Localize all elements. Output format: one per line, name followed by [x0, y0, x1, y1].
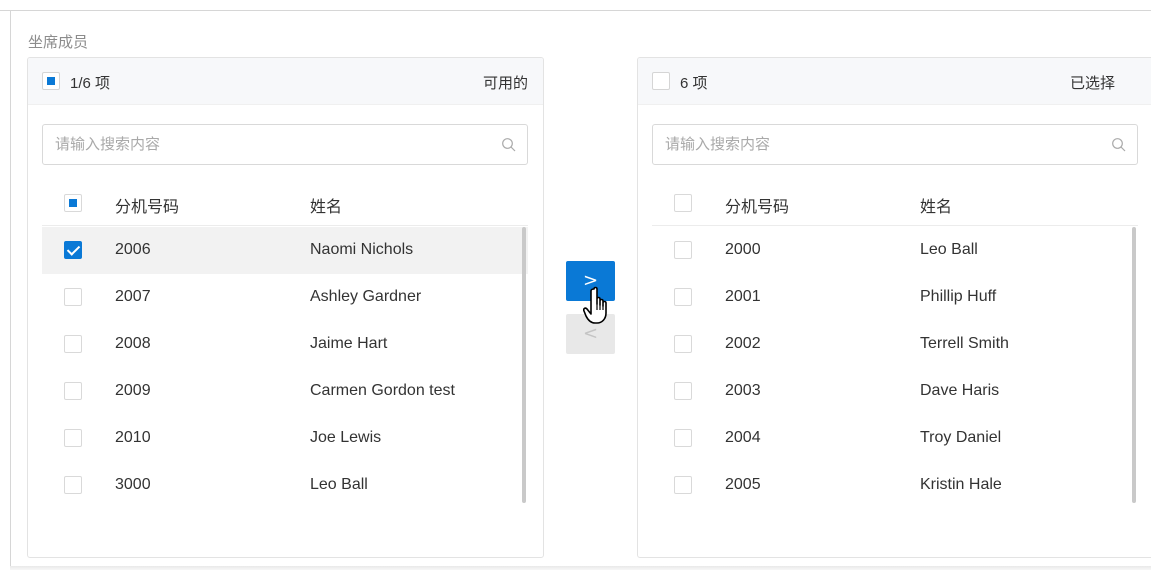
row-checkbox[interactable]: [64, 382, 82, 400]
table-row[interactable]: 2008 Jaime Hart: [42, 321, 528, 368]
frame-left-border: [10, 10, 11, 570]
table-row[interactable]: 2007 Ashley Gardner: [42, 274, 528, 321]
table-row[interactable]: 2003 Dave Haris: [652, 368, 1138, 415]
selected-count: 6 项: [680, 75, 708, 92]
table-row[interactable]: 2009 Carmen Gordon test: [42, 368, 528, 415]
row-ext: 2010: [115, 429, 151, 446]
row-checkbox[interactable]: [674, 335, 692, 353]
selected-list: 2000 Leo Ball 2001 Phillip Huff 2002 Ter…: [652, 227, 1138, 509]
row-checkbox[interactable]: [64, 335, 82, 353]
row-ext: 2006: [115, 241, 151, 258]
frame-top-border: [0, 10, 1151, 11]
available-panel-title: 可用的: [482, 75, 528, 92]
table-row[interactable]: 2005 Kristin Hale: [652, 462, 1138, 509]
row-checkbox[interactable]: [674, 382, 692, 400]
table-row[interactable]: 2002 Terrell Smith: [652, 321, 1138, 368]
row-checkbox[interactable]: [64, 288, 82, 306]
table-row[interactable]: 2010 Joe Lewis: [42, 415, 528, 462]
selected-search-box: [652, 124, 1138, 165]
table-row[interactable]: 3000 Leo Ball: [42, 462, 528, 509]
selected-select-all-checkbox[interactable]: [652, 72, 670, 90]
available-panel: 1/6 项 可用的 分机号码 姓名 2006 Naomi Nichols 200…: [27, 57, 544, 558]
column-ext-label: 分机号码: [115, 199, 180, 216]
row-ext: 2000: [725, 241, 761, 258]
row-name: Terrell Smith: [920, 335, 1009, 352]
search-icon: [1112, 138, 1126, 152]
row-ext: 2005: [725, 476, 761, 493]
row-name: Leo Ball: [920, 241, 978, 258]
row-checkbox[interactable]: [64, 429, 82, 447]
frame-bottom-shadow: [10, 566, 1151, 570]
row-ext: 3000: [115, 476, 151, 493]
move-right-button[interactable]: >: [566, 261, 615, 301]
table-row[interactable]: 2006 Naomi Nichols: [42, 227, 528, 274]
row-ext: 2007: [115, 288, 151, 305]
table-row[interactable]: 2001 Phillip Huff: [652, 274, 1138, 321]
selected-search-input[interactable]: [653, 125, 1137, 164]
row-ext: 2003: [725, 382, 761, 399]
row-name: Naomi Nichols: [310, 241, 414, 258]
selected-panel-header: 6 项 已选择: [638, 58, 1151, 105]
selected-panel-title: 已选择: [1070, 75, 1116, 92]
available-count: 1/6 项: [70, 75, 111, 92]
available-search-box: [42, 124, 528, 165]
available-search-input[interactable]: [43, 125, 527, 164]
row-ext: 2004: [725, 429, 761, 446]
row-name: Phillip Huff: [920, 288, 997, 305]
available-header-checkbox[interactable]: [64, 194, 82, 212]
available-select-all-checkbox[interactable]: [42, 72, 60, 90]
section-label: 坐席成员: [28, 34, 89, 51]
available-list: 2006 Naomi Nichols 2007 Ashley Gardner 2…: [42, 227, 528, 509]
selected-header-checkbox[interactable]: [674, 194, 692, 212]
selected-column-header: 分机号码 姓名: [652, 180, 1138, 226]
row-name: Kristin Hale: [920, 476, 1002, 493]
row-checkbox[interactable]: [674, 241, 692, 259]
available-panel-header: 1/6 项 可用的: [28, 58, 543, 105]
move-left-button[interactable]: <: [566, 314, 615, 354]
available-scrollbar[interactable]: [522, 227, 526, 503]
column-name-label: 姓名: [310, 199, 343, 216]
row-name: Jaime Hart: [310, 335, 388, 352]
row-checkbox[interactable]: [674, 429, 692, 447]
row-ext: 2002: [725, 335, 761, 352]
table-row[interactable]: 2000 Leo Ball: [652, 227, 1138, 274]
row-name: Ashley Gardner: [310, 288, 422, 305]
row-name: Dave Haris: [920, 382, 1000, 399]
row-checkbox[interactable]: [64, 241, 82, 259]
table-row[interactable]: 2004 Troy Daniel: [652, 415, 1138, 462]
row-ext: 2009: [115, 382, 151, 399]
column-name-label: 姓名: [920, 199, 953, 216]
search-icon: [502, 138, 516, 152]
row-name: Leo Ball: [310, 476, 368, 493]
row-checkbox[interactable]: [674, 288, 692, 306]
available-column-header: 分机号码 姓名: [42, 180, 528, 226]
row-ext: 2001: [725, 288, 761, 305]
row-name: Troy Daniel: [920, 429, 1002, 446]
row-name: Carmen Gordon test: [310, 382, 455, 399]
column-ext-label: 分机号码: [725, 199, 790, 216]
row-checkbox[interactable]: [674, 476, 692, 494]
row-checkbox[interactable]: [64, 476, 82, 494]
selected-panel: 6 项 已选择 分机号码 姓名 2000 Leo Ball 2001 Phill…: [637, 57, 1151, 558]
row-ext: 2008: [115, 335, 151, 352]
row-name: Joe Lewis: [310, 429, 382, 446]
selected-scrollbar[interactable]: [1132, 227, 1136, 503]
